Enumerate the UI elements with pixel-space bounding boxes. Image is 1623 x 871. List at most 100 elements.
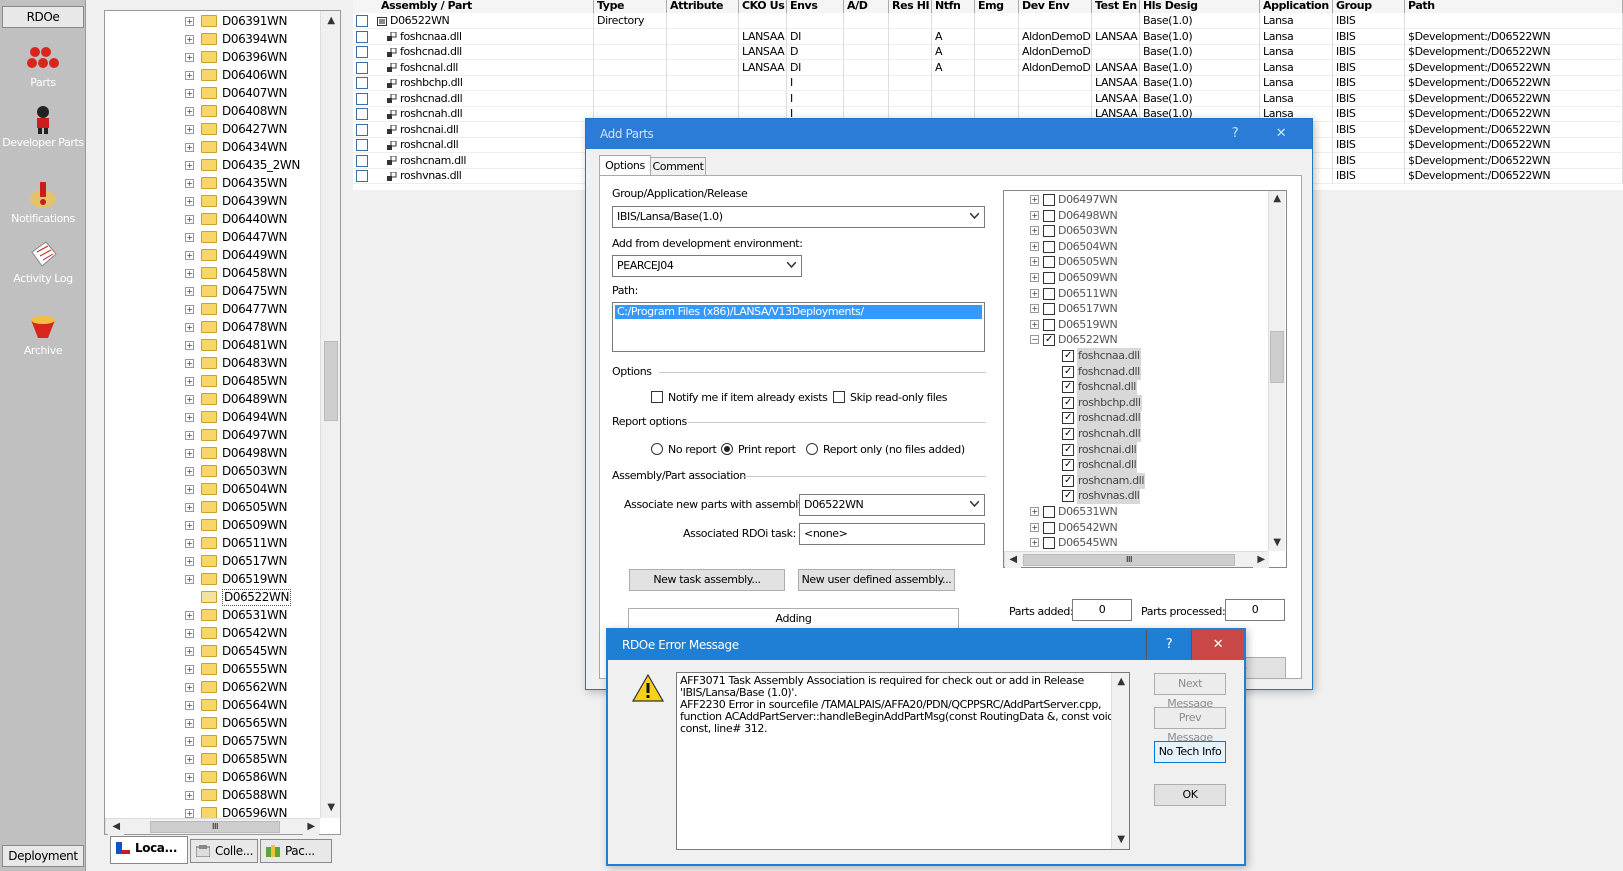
tree-item[interactable]: + D06531WN: [105, 606, 320, 624]
expand-icon[interactable]: +: [1030, 226, 1039, 236]
folder-checkbox[interactable]: [1043, 240, 1055, 253]
expand-icon[interactable]: +: [1030, 538, 1039, 548]
adding-button[interactable]: Adding: [628, 608, 959, 630]
tree-item[interactable]: + D06588WN: [105, 786, 320, 804]
expand-icon[interactable]: +: [1030, 210, 1039, 220]
tab-options[interactable]: Options: [599, 155, 651, 176]
expand-icon[interactable]: +: [185, 755, 194, 764]
folder-checkbox[interactable]: ✓: [1043, 334, 1055, 347]
column-header[interactable]: Application: [1260, 0, 1333, 13]
tree-item[interactable]: + D06435_2WN: [105, 156, 320, 174]
scroll-up-icon[interactable]: ▲: [323, 13, 339, 29]
expand-icon[interactable]: +: [1030, 319, 1039, 329]
column-header[interactable]: CKO Us: [739, 0, 787, 13]
tree-item[interactable]: + D06505WN: [105, 498, 320, 516]
scroll-down-icon[interactable]: ▼: [323, 800, 339, 816]
expand-icon[interactable]: +: [1030, 507, 1039, 516]
expand-icon[interactable]: +: [1030, 273, 1039, 282]
expand-icon[interactable]: +: [185, 611, 194, 620]
expand-icon[interactable]: +: [185, 467, 194, 476]
tree-item[interactable]: + D06503WN: [105, 462, 320, 480]
path-field[interactable]: C:/Program Files (x86)/LANSA/V13Deployme…: [612, 302, 985, 352]
tab-packages[interactable]: Pac...: [260, 839, 332, 863]
expand-icon[interactable]: +: [185, 215, 194, 224]
folder-checkbox[interactable]: [1043, 521, 1055, 534]
scroll-left-icon[interactable]: ◀: [108, 819, 124, 835]
leaf-checkbox[interactable]: ✓: [1062, 350, 1074, 362]
next-message-button[interactable]: Next Message: [1154, 673, 1226, 710]
tree-item[interactable]: + D06447WN: [105, 228, 320, 246]
tree-item[interactable]: D06522WN: [105, 588, 320, 606]
prev-message-button[interactable]: Prev Message: [1154, 707, 1226, 744]
folder-checkbox[interactable]: [1043, 225, 1055, 238]
tree-item[interactable]: + D06477WN: [105, 300, 320, 318]
folder-checkbox[interactable]: [1043, 537, 1055, 550]
expand-icon[interactable]: +: [185, 647, 194, 656]
scroll-thumb[interactable]: [1270, 331, 1284, 383]
tree-item[interactable]: + D06517WN: [105, 552, 320, 570]
error-vscrollbar[interactable]: ▲ ▼: [1111, 673, 1129, 849]
folder-checkbox[interactable]: [1043, 256, 1055, 269]
expand-icon[interactable]: +: [185, 809, 194, 818]
parts-tree-leaf[interactable]: ✓ foshcnal.dll: [1004, 379, 1268, 396]
expand-icon[interactable]: +: [185, 719, 194, 728]
tab-local[interactable]: Loca...: [110, 836, 188, 864]
tree-hscrollbar[interactable]: ◀ III ▶: [105, 818, 320, 835]
tree-item[interactable]: + D06562WN: [105, 678, 320, 696]
tech-info-button[interactable]: No Tech Info: [1154, 741, 1226, 763]
tree-item[interactable]: + D06575WN: [105, 732, 320, 750]
parts-tree-folder[interactable]: + D06511WN: [1004, 286, 1268, 302]
tree-item[interactable]: + D06391WN: [105, 12, 320, 30]
expand-icon[interactable]: +: [1030, 288, 1039, 298]
tree-item[interactable]: + D06497WN: [105, 426, 320, 444]
notify-checkbox[interactable]: [651, 391, 663, 403]
scroll-down-icon[interactable]: ▼: [1113, 832, 1129, 848]
expand-icon[interactable]: +: [185, 35, 194, 44]
expand-icon[interactable]: +: [185, 287, 194, 296]
parts-tree-leaf[interactable]: ✓ foshcnaa.dll: [1004, 348, 1268, 364]
column-header[interactable]: Res HI: [889, 0, 932, 13]
expand-icon[interactable]: +: [185, 269, 194, 278]
nav-item-archive[interactable]: Archive: [0, 312, 86, 357]
tab-collections[interactable]: Colle...: [190, 839, 258, 863]
tree-item[interactable]: + D06586WN: [105, 768, 320, 786]
tree-item[interactable]: + D06449WN: [105, 246, 320, 264]
column-header[interactable]: Test En: [1092, 0, 1140, 13]
tree-item[interactable]: + D06434WN: [105, 138, 320, 156]
expand-icon[interactable]: +: [185, 701, 194, 710]
leaf-checkbox[interactable]: ✓: [1062, 396, 1074, 409]
table-row[interactable]: foshcnad.dll LANSAA D A AldonDemoDv Base(1.0)…: [353, 44, 1623, 60]
expand-icon[interactable]: +: [185, 377, 194, 386]
expand-icon[interactable]: +: [185, 431, 194, 440]
column-header[interactable]: Envs: [787, 0, 844, 13]
column-header[interactable]: Type: [594, 0, 667, 13]
parts-tree-leaf[interactable]: ✓ roshvnas.dll: [1004, 488, 1268, 505]
nav-item-notifications[interactable]: Notifications: [0, 180, 86, 225]
parts-tree-folder[interactable]: − ✓ D06522WN: [1004, 332, 1268, 348]
expand-icon[interactable]: +: [1030, 257, 1039, 267]
parts-tree-hscrollbar[interactable]: ◀ III ▶: [1004, 551, 1269, 568]
nav-item-parts[interactable]: Parts: [0, 44, 86, 89]
expand-icon[interactable]: +: [185, 575, 194, 584]
tree-item[interactable]: + D06585WN: [105, 750, 320, 768]
expand-icon[interactable]: +: [185, 179, 194, 188]
parts-tree-leaf[interactable]: ✓ roshcnad.dll: [1004, 410, 1268, 427]
ok-button[interactable]: OK: [1154, 784, 1226, 806]
folder-checkbox[interactable]: [1043, 506, 1055, 518]
nav-item-developer-parts[interactable]: Developer Parts: [0, 104, 86, 149]
tree-item[interactable]: + D06483WN: [105, 354, 320, 372]
parts-tree-folder[interactable]: + D06497WN: [1004, 192, 1268, 208]
scroll-left-icon[interactable]: ◀: [1005, 552, 1021, 568]
tree-item[interactable]: + D06394WN: [105, 30, 320, 48]
scroll-up-icon[interactable]: ▲: [1269, 191, 1285, 207]
tree-item[interactable]: + D06406WN: [105, 66, 320, 84]
column-header[interactable]: Assembly / Part: [353, 0, 594, 13]
leaf-checkbox[interactable]: ✓: [1062, 474, 1074, 487]
tab-comment[interactable]: Comment: [650, 157, 706, 176]
report-only-radio[interactable]: [806, 443, 818, 455]
leaf-checkbox[interactable]: ✓: [1062, 365, 1074, 378]
parts-tree-leaf[interactable]: ✓ roshcnai.dll: [1004, 441, 1268, 458]
tree-item[interactable]: + D06427WN: [105, 120, 320, 138]
expand-icon[interactable]: +: [1030, 195, 1039, 204]
leaf-checkbox[interactable]: ✓: [1062, 443, 1074, 456]
